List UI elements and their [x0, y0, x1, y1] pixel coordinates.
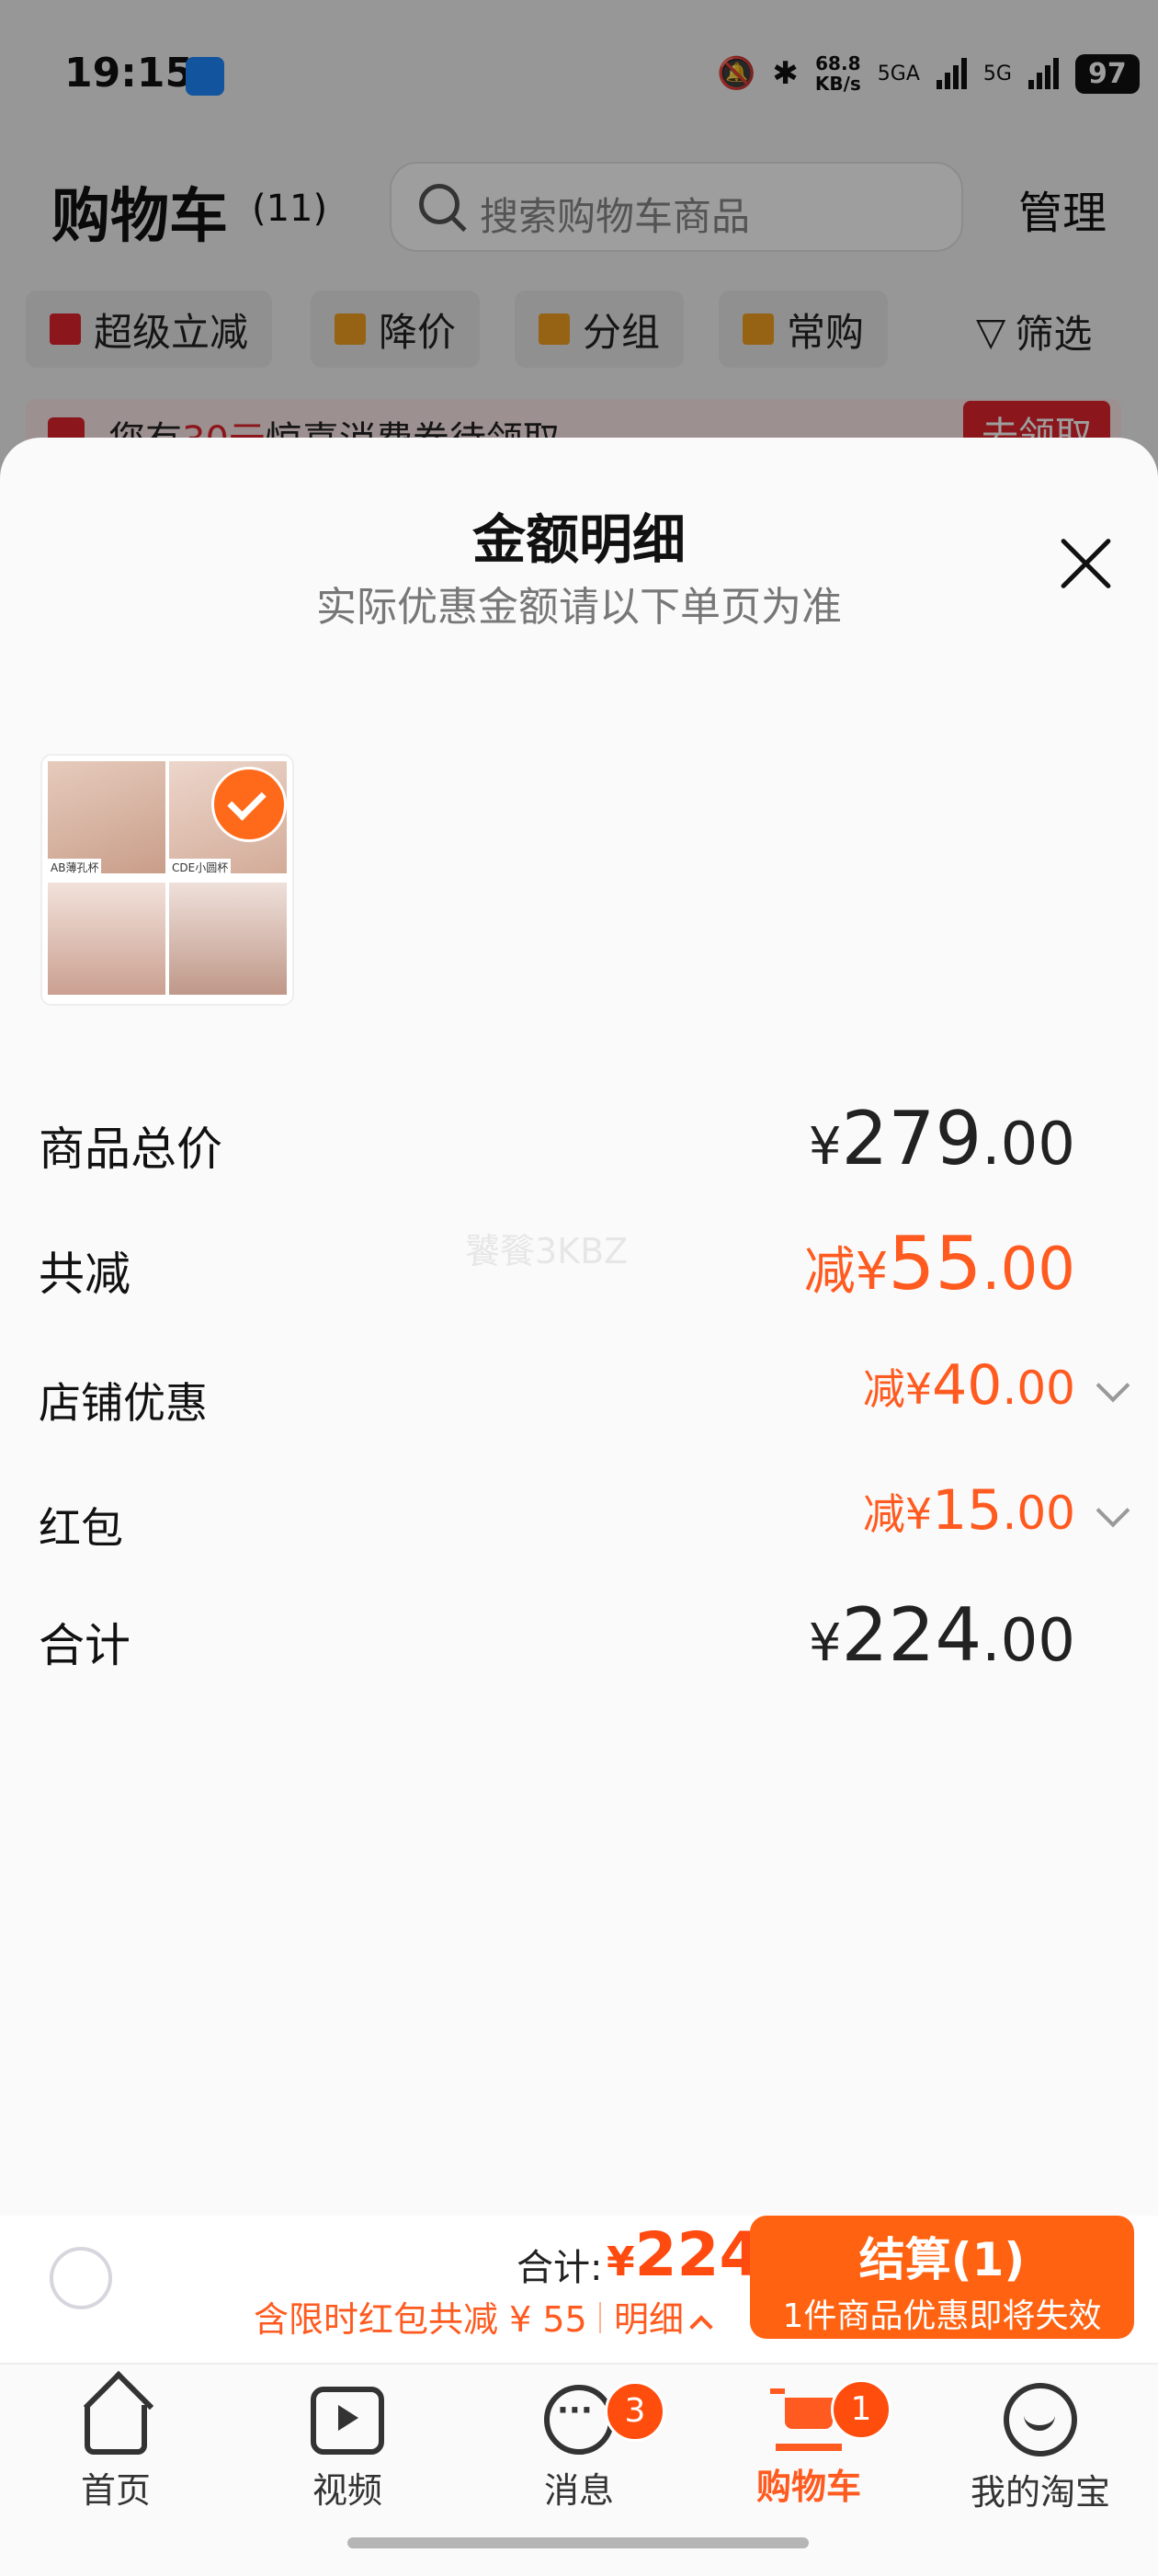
product-photo	[48, 883, 165, 995]
home-icon	[83, 2370, 154, 2455]
thumb-caption: CDE小圆杯	[169, 859, 232, 876]
chevron-down-icon[interactable]	[1096, 1368, 1130, 1403]
row-goods-total: 商品总价 ¥279.00	[37, 1096, 1125, 1181]
sheet-subtitle: 实际优惠金额请以下单页为准	[316, 584, 842, 631]
row-amount: 减¥15.00	[862, 1478, 1075, 1543]
row-amount: 减¥40.00	[862, 1353, 1075, 1418]
cart-icon: 1	[770, 2379, 891, 2451]
row-amount: ¥279.00	[808, 1096, 1075, 1181]
row-label: 店铺优惠	[39, 1378, 208, 1428]
tab-label: 视频	[312, 2470, 382, 2511]
divider	[599, 2302, 601, 2333]
tab-label: 购物车	[755, 2467, 861, 2507]
message-badge: 3	[605, 2381, 665, 2442]
tab-messages[interactable]: 3 消息	[505, 2379, 665, 2513]
row-label: 商品总价	[39, 1123, 222, 1176]
tab-cart[interactable]: 1 购物车	[735, 2379, 891, 2509]
amount-detail-sheet: 金额明细 实际优惠金额请以下单页为准 AB薄孔杯 CDE小圆杯 饕餮3KBZ 商…	[0, 438, 1158, 2216]
row-total-discount: 共减 减¥55.00	[37, 1221, 1125, 1306]
checkmark-icon[interactable]	[211, 767, 287, 842]
row-sum: 合计 ¥224.00	[37, 1592, 1125, 1678]
product-thumbnail[interactable]: AB薄孔杯 CDE小圆杯	[40, 754, 294, 1006]
product-photo	[48, 761, 165, 873]
row-label: 红包	[39, 1503, 123, 1553]
row-amount: ¥224.00	[808, 1592, 1075, 1678]
chevron-down-icon[interactable]	[1096, 1493, 1130, 1528]
checkout-bar: 合计: ¥224 含限时红包共减 ¥ 55 明细 结算(1) 1件商品优惠即将失…	[0, 2216, 1158, 2363]
checkout-button-label: 结算(1)	[858, 2233, 1026, 2286]
row-amount: 减¥55.00	[803, 1221, 1075, 1306]
chevron-up-icon	[689, 2315, 713, 2339]
discount-note: 含限时红包共减 ¥ 55	[254, 2299, 587, 2340]
select-all-checkbox[interactable]	[50, 2247, 112, 2309]
cart-page-background: 19:15 🔕 ✱ 68.8 KB/s 5GA 5G 97 购物车 (11) 搜索…	[0, 0, 1158, 478]
tab-home[interactable]: 首页	[42, 2370, 189, 2513]
sheet-title: 金额明细	[471, 508, 686, 571]
video-icon	[311, 2387, 384, 2455]
tab-video[interactable]: 视频	[274, 2379, 421, 2513]
tab-label: 消息	[543, 2470, 614, 2511]
tab-my-taobao[interactable]: 我的淘宝	[967, 2379, 1114, 2514]
detail-toggle[interactable]: 明细	[614, 2291, 713, 2342]
checkout-button-sublabel: 1件商品优惠即将失效	[782, 2297, 1102, 2335]
row-shop-discount[interactable]: 店铺优惠 减¥40.00	[37, 1353, 1130, 1436]
total-value: ¥224	[607, 2219, 762, 2290]
cart-badge: 1	[831, 2379, 891, 2440]
product-photo	[169, 883, 287, 995]
checkout-button[interactable]: 结算(1) 1件商品优惠即将失效	[750, 2216, 1134, 2339]
modal-overlay[interactable]	[0, 0, 1158, 478]
row-label: 合计	[39, 1619, 131, 1672]
message-icon: 3	[544, 2381, 665, 2455]
profile-icon	[1004, 2383, 1077, 2456]
row-red-packet[interactable]: 红包 减¥15.00	[37, 1478, 1130, 1561]
close-icon[interactable]	[1057, 533, 1116, 592]
tab-label: 首页	[80, 2470, 151, 2511]
row-label: 共减	[39, 1248, 131, 1301]
total-label: 合计:	[517, 2247, 603, 2289]
home-indicator[interactable]	[347, 2537, 809, 2548]
thumb-caption: AB薄孔杯	[48, 859, 102, 876]
tab-label: 我的淘宝	[970, 2472, 1110, 2513]
